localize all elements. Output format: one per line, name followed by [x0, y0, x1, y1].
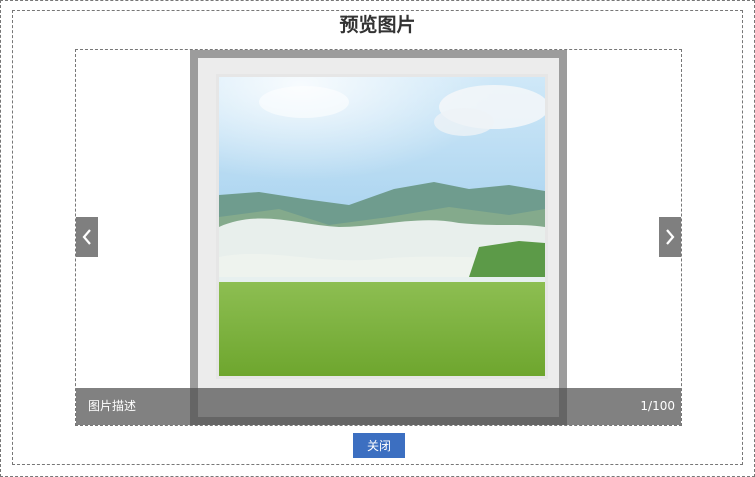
image-panel	[190, 50, 567, 425]
next-image-button[interactable]	[659, 217, 681, 257]
caption-bar: 图片描述 1/100	[76, 388, 681, 425]
landscape-image	[219, 77, 545, 376]
image-card	[198, 58, 559, 417]
chevron-right-icon	[666, 229, 675, 245]
image-caption: 图片描述	[88, 399, 137, 413]
preview-image	[216, 74, 548, 379]
chevron-left-icon	[82, 229, 91, 245]
close-button[interactable]: 关闭	[353, 433, 405, 458]
image-counter: 1/100	[640, 399, 675, 413]
prev-image-button[interactable]	[76, 217, 98, 257]
page-title: 预览图片	[339, 14, 416, 36]
image-viewer: 图片描述 1/100	[75, 49, 682, 426]
